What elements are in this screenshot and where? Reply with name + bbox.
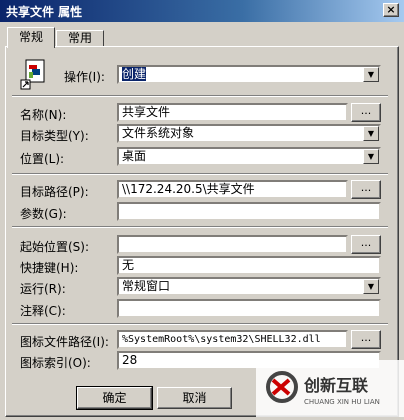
icon-path-label: 图标文件路径(I): bbox=[20, 335, 109, 349]
tab-common[interactable]: 常用 bbox=[56, 30, 104, 47]
location-dropdown-button[interactable]: ▼ bbox=[363, 149, 379, 164]
name-browse-button[interactable]: ... bbox=[351, 103, 381, 122]
tab-general[interactable]: 常规 bbox=[7, 27, 55, 48]
comment-field[interactable] bbox=[117, 299, 381, 318]
target-type-select[interactable]: 文件系统对象 bbox=[117, 124, 381, 143]
shortcut-key-label: 快捷键(H): bbox=[20, 261, 79, 275]
shortcut-file-icon bbox=[20, 58, 50, 90]
cancel-button[interactable]: 取消 bbox=[157, 387, 232, 409]
icon-path-field[interactable]: %SystemRoot%\system32\SHELL32.dll bbox=[117, 330, 348, 349]
target-type-label: 目标类型(Y): bbox=[20, 129, 89, 143]
svg-text:CHUANG XIN HU LIAN: CHUANG XIN HU LIAN bbox=[304, 398, 380, 406]
start-in-label: 起始位置(S): bbox=[20, 240, 90, 254]
run-label: 运行(R): bbox=[20, 282, 66, 296]
separator bbox=[12, 323, 388, 325]
arguments-field[interactable] bbox=[117, 202, 381, 221]
name-field[interactable]: 共享文件 bbox=[117, 103, 348, 122]
target-path-label: 目标路径(P): bbox=[20, 185, 89, 199]
target-path-browse-button[interactable]: ... bbox=[351, 180, 381, 199]
run-dropdown-button[interactable]: ▼ bbox=[363, 279, 379, 294]
target-type-dropdown-button[interactable]: ▼ bbox=[363, 126, 379, 141]
operation-select[interactable]: 创建 bbox=[117, 65, 381, 84]
icon-path-browse-button[interactable]: ... bbox=[351, 330, 381, 349]
location-select[interactable]: 桌面 bbox=[117, 147, 381, 166]
location-label: 位置(L): bbox=[20, 152, 65, 166]
watermark-logo: 创新互联 CHUANG XIN HU LIAN bbox=[256, 360, 404, 417]
window-title: 共享文件 属性 bbox=[6, 5, 83, 19]
operation-label: 操作(I): bbox=[64, 70, 105, 84]
start-in-field[interactable] bbox=[117, 235, 348, 254]
close-button[interactable]: × bbox=[383, 3, 399, 17]
svg-text:创新互联: 创新互联 bbox=[303, 376, 368, 395]
separator bbox=[12, 95, 388, 97]
separator bbox=[12, 173, 388, 175]
name-label: 名称(N): bbox=[20, 108, 67, 122]
operation-dropdown-button[interactable]: ▼ bbox=[363, 67, 379, 82]
comment-label: 注释(C): bbox=[20, 304, 66, 318]
start-in-browse-button[interactable]: ... bbox=[351, 235, 381, 254]
run-select[interactable]: 常规窗口 bbox=[117, 277, 381, 296]
shortcut-key-field[interactable]: 无 bbox=[117, 256, 381, 275]
operation-value: 创建 bbox=[122, 67, 147, 81]
arguments-label: 参数(G): bbox=[20, 207, 67, 221]
target-path-field[interactable]: \\172.24.20.5\共享文件 bbox=[117, 180, 348, 199]
ok-button[interactable]: 确定 bbox=[76, 386, 153, 410]
icon-index-label: 图标索引(O): bbox=[20, 356, 91, 370]
separator bbox=[12, 226, 388, 228]
